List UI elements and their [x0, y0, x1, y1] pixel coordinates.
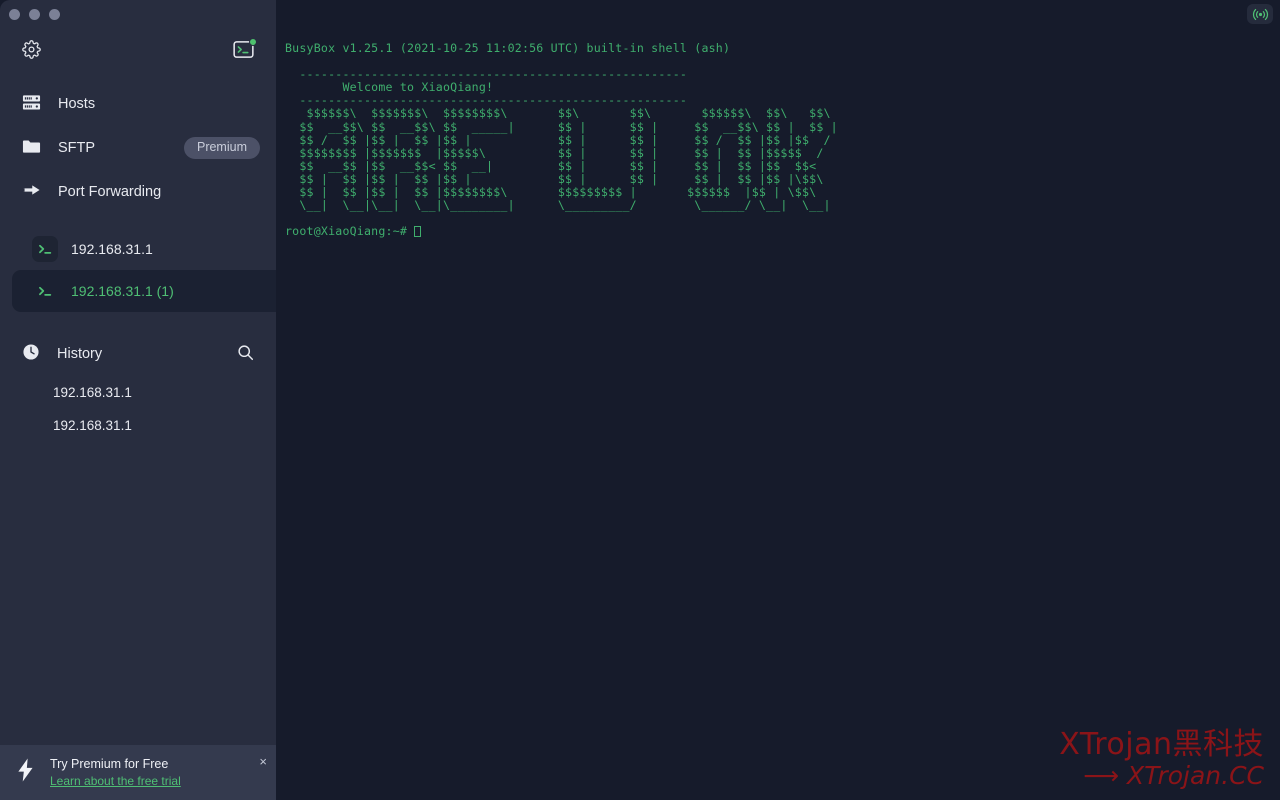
- status-dot: [249, 38, 257, 46]
- sidebar-item-port-forwarding[interactable]: Port Forwarding: [0, 170, 276, 214]
- history-label: History: [57, 346, 220, 362]
- session-label: 192.168.31.1: [71, 241, 153, 257]
- sidebar-item-label: Hosts: [58, 96, 260, 112]
- close-icon[interactable]: ×: [259, 755, 267, 768]
- terminal-pane[interactable]: BusyBox v1.25.1 (2021-10-25 11:02:56 UTC…: [276, 0, 1280, 800]
- maximize-button[interactable]: [49, 9, 60, 20]
- new-terminal-icon[interactable]: [233, 41, 254, 58]
- watermark-line-2: ⟶ XTrojan.CC: [1059, 762, 1264, 790]
- app-window: Hosts SFTP Premium Port For: [0, 0, 1280, 800]
- sidebar-nav: Hosts SFTP Premium Port For: [0, 82, 276, 214]
- watermark: XTrojan黑科技 ⟶ XTrojan.CC: [1059, 728, 1264, 790]
- session-list: 192.168.31.1 192.168.31.1 (1): [0, 228, 276, 312]
- terminal-output: BusyBox v1.25.1 (2021-10-25 11:02:56 UTC…: [285, 42, 838, 238]
- sidebar: Hosts SFTP Premium Port For: [0, 0, 276, 800]
- folder-icon: [22, 138, 41, 159]
- history-item[interactable]: 192.168.31.1: [0, 409, 276, 442]
- gear-icon[interactable]: [22, 40, 41, 59]
- watermark-line-1: XTrojan黑科技: [1059, 728, 1264, 762]
- sidebar-item-label: Port Forwarding: [58, 184, 260, 200]
- lightning-bolt-icon: [16, 758, 36, 787]
- search-icon[interactable]: [237, 344, 254, 365]
- promo-title: Try Premium for Free: [50, 757, 181, 771]
- broadcast-icon[interactable]: [1247, 4, 1273, 24]
- history-list: 192.168.31.1 192.168.31.1: [0, 376, 276, 442]
- session-item-192-168-31-1[interactable]: 192.168.31.1: [12, 228, 276, 270]
- minimize-button[interactable]: [29, 9, 40, 20]
- server-rack-icon: [22, 93, 41, 116]
- sidebar-toolbar: [0, 28, 276, 70]
- sidebar-item-hosts[interactable]: Hosts: [0, 82, 276, 126]
- sidebar-item-label: SFTP: [58, 140, 167, 156]
- session-item-192-168-31-1-1[interactable]: 192.168.31.1 (1): [12, 270, 276, 312]
- premium-promo-banner: Try Premium for Free Learn about the fre…: [0, 745, 276, 800]
- close-button[interactable]: [9, 9, 20, 20]
- history-item[interactable]: 192.168.31.1: [0, 376, 276, 409]
- terminal-cursor: [414, 226, 421, 237]
- history-item-label: 192.168.31.1: [53, 418, 132, 433]
- history-item-label: 192.168.31.1: [53, 385, 132, 400]
- promo-link[interactable]: Learn about the free trial: [50, 774, 181, 788]
- sidebar-item-sftp[interactable]: SFTP Premium: [0, 126, 276, 170]
- terminal-prompt-icon: [32, 236, 58, 262]
- session-label: 192.168.31.1 (1): [71, 283, 174, 299]
- terminal-prompt-icon: [32, 278, 58, 304]
- arrow-right-icon: [22, 182, 41, 202]
- history-section-header[interactable]: History: [0, 332, 276, 376]
- clock-icon: [22, 343, 40, 365]
- premium-badge[interactable]: Premium: [184, 137, 260, 159]
- window-titlebar: [0, 0, 276, 28]
